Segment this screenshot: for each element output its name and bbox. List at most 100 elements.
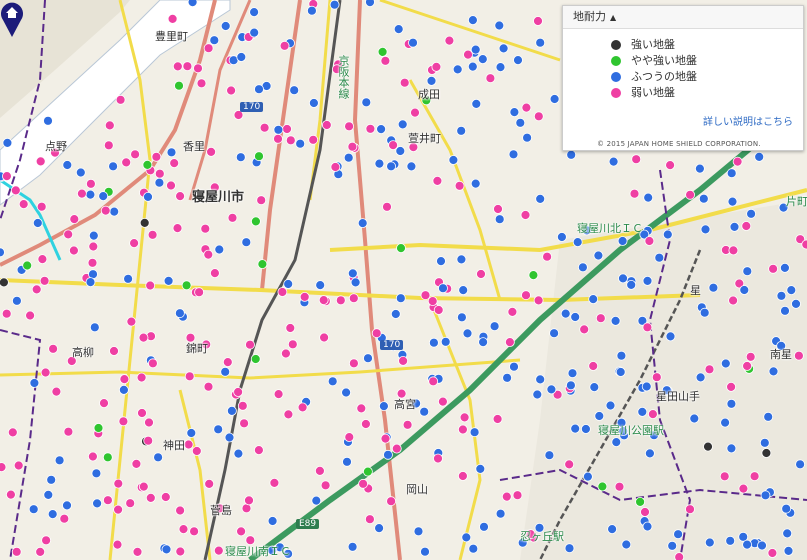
ground-dot[interactable] (544, 450, 555, 461)
ground-dot[interactable] (726, 381, 736, 392)
ground-dot[interactable] (610, 315, 621, 326)
ground-dot[interactable] (459, 412, 470, 423)
ground-dot[interactable] (329, 0, 340, 10)
ground-dot[interactable] (509, 107, 520, 117)
ground-dot[interactable] (245, 339, 255, 350)
ground-dot[interactable] (593, 250, 604, 261)
ground-dot[interactable] (166, 147, 177, 158)
ground-dot[interactable] (358, 478, 369, 489)
ground-dot[interactable] (438, 283, 448, 294)
ground-dot[interactable] (131, 458, 142, 469)
ground-dot[interactable] (726, 168, 737, 179)
ground-dot[interactable] (178, 524, 189, 534)
ground-dot[interactable] (344, 121, 355, 132)
ground-dot[interactable] (614, 481, 625, 492)
ground-dot[interactable] (374, 523, 385, 533)
ground-dot[interactable] (193, 63, 203, 74)
ground-dot[interactable] (226, 85, 237, 96)
ground-dot[interactable] (103, 495, 113, 506)
ground-dot[interactable] (11, 295, 22, 306)
ground-dot[interactable] (241, 237, 252, 248)
ground-dot[interactable] (88, 230, 99, 241)
ground-dot[interactable] (119, 374, 130, 385)
ground-dot[interactable] (695, 372, 706, 383)
ground-dot[interactable] (605, 400, 616, 411)
ground-dot[interactable] (51, 386, 62, 397)
ground-dot[interactable] (786, 285, 797, 296)
ground-dot[interactable] (222, 357, 233, 368)
ground-dot[interactable] (570, 423, 581, 434)
ground-dot[interactable] (440, 336, 451, 347)
ground-dot[interactable] (728, 245, 739, 256)
ground-dot[interactable] (742, 266, 753, 277)
ground-dot[interactable] (513, 55, 523, 65)
ground-dot[interactable] (203, 43, 214, 54)
ground-dot[interactable] (244, 495, 254, 506)
ground-dot[interactable] (169, 158, 180, 169)
ground-dot[interactable] (642, 275, 653, 286)
ground-dot[interactable] (41, 535, 51, 546)
ground-dot[interactable] (364, 514, 375, 525)
ground-dot[interactable] (383, 449, 393, 460)
ground-dot[interactable] (494, 20, 505, 31)
ground-dot[interactable] (420, 546, 430, 557)
ground-dot[interactable] (32, 218, 43, 228)
ground-dot[interactable] (160, 492, 171, 502)
house-pin-icon[interactable] (0, 0, 24, 38)
ground-dot[interactable] (327, 376, 338, 387)
ground-dot[interactable] (640, 507, 650, 517)
ground-dot[interactable] (665, 331, 676, 342)
ground-dot[interactable] (91, 468, 102, 479)
ground-dot[interactable] (136, 372, 147, 383)
ground-dot[interactable] (347, 141, 358, 152)
ground-dot[interactable] (729, 221, 740, 232)
ground-dot[interactable] (479, 521, 489, 532)
ground-dot[interactable] (783, 546, 794, 556)
ground-dot[interactable] (273, 389, 284, 400)
ground-dot[interactable] (196, 78, 207, 89)
ground-dot[interactable] (283, 409, 294, 420)
ground-dot[interactable] (250, 216, 261, 227)
ground-dot[interactable] (37, 254, 48, 265)
ground-dot[interactable] (363, 353, 373, 364)
ground-dot[interactable] (102, 452, 113, 463)
ground-dot[interactable] (673, 529, 683, 540)
ground-dot[interactable] (564, 459, 575, 470)
ground-dot[interactable] (371, 328, 382, 339)
ground-dot[interactable] (476, 269, 486, 279)
ground-dot[interactable] (36, 201, 47, 212)
ground-dot[interactable] (535, 37, 546, 48)
ground-dot[interactable] (738, 483, 749, 494)
ground-dot[interactable] (99, 398, 109, 409)
ground-dot[interactable] (283, 279, 294, 289)
ground-dot[interactable] (398, 355, 409, 366)
ground-dot[interactable] (257, 259, 268, 270)
ground-dot[interactable] (629, 188, 640, 199)
ground-dot[interactable] (725, 535, 736, 546)
ground-dot[interactable] (13, 460, 24, 471)
ground-dot[interactable] (289, 85, 300, 96)
ground-dot[interactable] (704, 537, 715, 548)
ground-dot[interactable] (87, 257, 98, 268)
ground-dot[interactable] (226, 405, 237, 416)
ground-dot[interactable] (69, 214, 80, 225)
ground-dot[interactable] (137, 408, 147, 418)
ground-dot[interactable] (728, 295, 738, 306)
ground-dot[interactable] (637, 406, 648, 417)
ground-dot[interactable] (704, 364, 715, 375)
ground-dot[interactable] (319, 332, 330, 343)
ground-dot[interactable] (191, 446, 202, 456)
ground-dot[interactable] (174, 308, 185, 319)
ground-dot[interactable] (468, 543, 479, 554)
ground-dot[interactable] (39, 275, 50, 286)
ground-dot[interactable] (448, 155, 459, 165)
ground-dot[interactable] (280, 348, 291, 359)
ground-dot[interactable] (153, 452, 164, 463)
ground-dot[interactable] (249, 27, 260, 38)
ground-dot[interactable] (494, 214, 505, 225)
ground-dot[interactable] (406, 161, 417, 172)
ground-dot[interactable] (618, 273, 628, 284)
ground-dot[interactable] (504, 337, 515, 348)
ground-dot[interactable] (498, 43, 509, 54)
ground-dot[interactable] (768, 366, 779, 377)
